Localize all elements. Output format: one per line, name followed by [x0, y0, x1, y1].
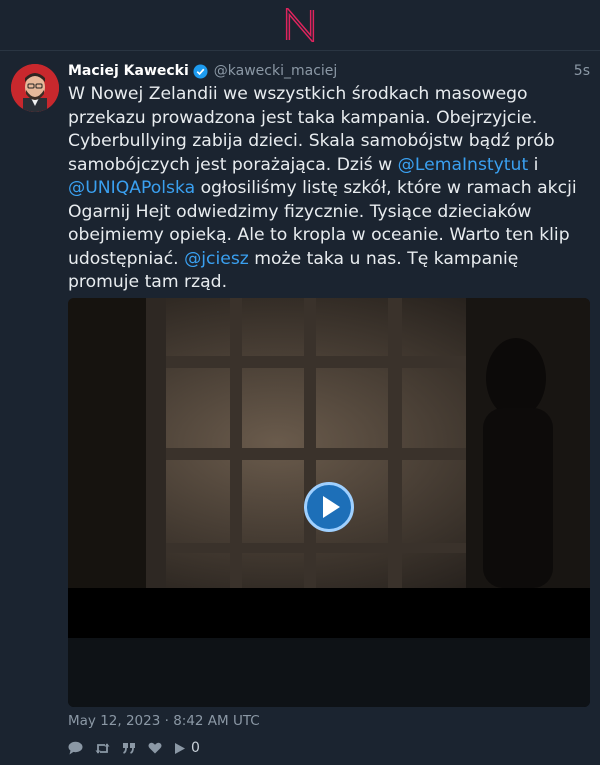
verified-badge-icon	[193, 63, 208, 79]
author-handle[interactable]: @kawecki_maciej	[214, 63, 338, 79]
retweet-button[interactable]	[95, 742, 110, 755]
quote-icon	[123, 743, 135, 754]
video-controls-area	[68, 638, 590, 707]
video-frame	[68, 298, 590, 588]
quote-button[interactable]	[122, 742, 136, 754]
like-button[interactable]	[148, 742, 162, 754]
mention-lemainstytut[interactable]: @LemaInstytut	[398, 155, 529, 175]
author-name[interactable]: Maciej Kawecki	[68, 63, 189, 79]
n-logo-icon[interactable]	[285, 8, 315, 42]
tweet-timestamp[interactable]: May 12, 2023 · 8:42 AM UTC	[68, 713, 260, 729]
mention-jciesz[interactable]: @jciesz	[184, 249, 249, 269]
avatar[interactable]	[11, 64, 59, 112]
play-views-icon	[175, 742, 185, 754]
play-button[interactable]	[304, 482, 354, 532]
retweet-icon	[95, 742, 110, 754]
heart-icon	[148, 742, 162, 754]
relative-time[interactable]: 5s	[574, 63, 590, 79]
text-segment: i	[528, 154, 539, 175]
mention-uniqapolska[interactable]: @UNIQAPolska	[68, 178, 195, 198]
top-bar	[0, 0, 600, 51]
tweet-header: Maciej Kawecki @kawecki_maciej 5s	[68, 61, 590, 81]
play-icon	[323, 496, 340, 518]
views-indicator: 0	[174, 740, 200, 756]
reply-button[interactable]	[68, 741, 83, 755]
tweet-text: W Nowej Zelandii we wszystkich środkach …	[68, 83, 590, 295]
views-count: 0	[191, 740, 200, 756]
comment-icon	[68, 741, 83, 755]
tweet-actions: 0	[68, 739, 212, 757]
video-player[interactable]	[68, 298, 590, 707]
video-letterbox	[68, 588, 590, 638]
